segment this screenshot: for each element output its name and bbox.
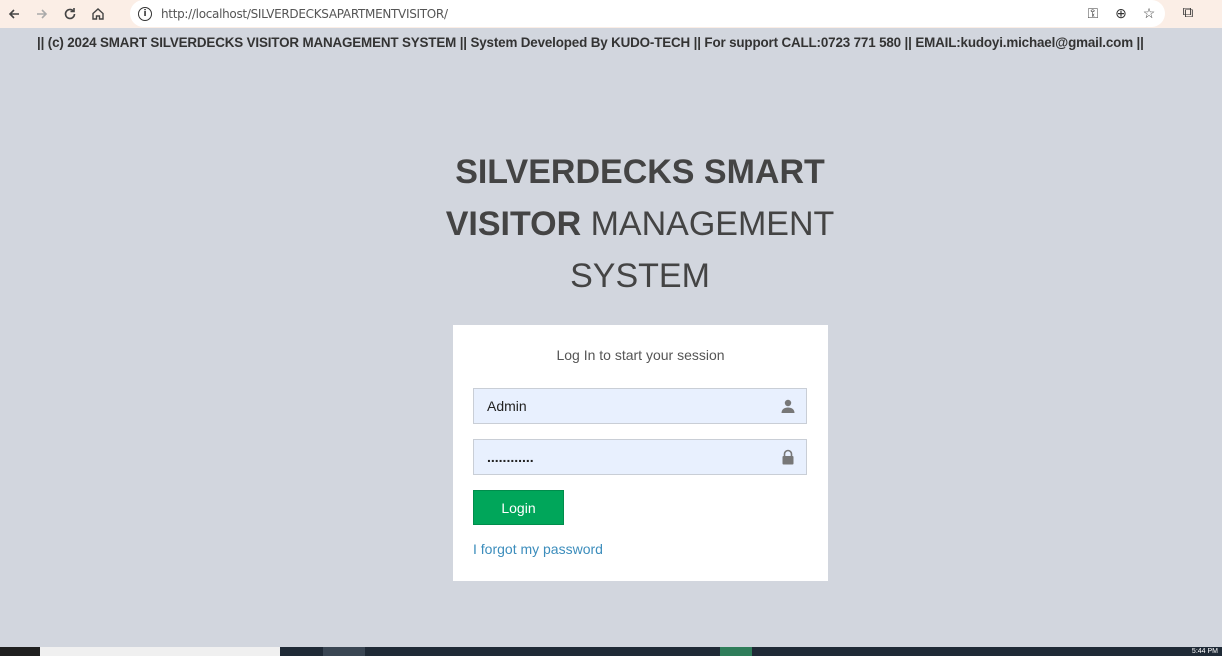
password-input[interactable] <box>474 440 764 474</box>
site-info-icon[interactable]: i <box>138 6 152 21</box>
username-field-group <box>473 388 807 424</box>
system-info-banner: || (c) 2024 SMART SILVERDECKS VISITOR MA… <box>37 35 1144 50</box>
password-field-group <box>473 439 807 475</box>
system-logo: SILVERDECKS SMART VISITOR MANAGEMENT SYS… <box>440 146 840 302</box>
reload-button[interactable] <box>56 0 84 28</box>
url-text[interactable]: http://localhost/SILVERDECKSAPARTMENTVIS… <box>161 7 448 21</box>
taskbar-clock: 5:44 PM <box>1191 648 1218 655</box>
arrow-left-icon <box>8 9 19 19</box>
zoom-icon[interactable]: ⊕ <box>1113 5 1129 22</box>
home-button[interactable] <box>84 0 112 28</box>
extensions-icon[interactable]: ⧉ <box>1178 4 1198 24</box>
taskbar-app-browser[interactable] <box>323 647 365 656</box>
home-icon <box>92 8 104 20</box>
browser-toolbar: i http://localhost/SILVERDECKSAPARTMENTV… <box>0 0 1222 28</box>
start-button[interactable] <box>0 647 40 656</box>
user-icon <box>781 399 795 413</box>
key-icon[interactable]: ⚿ <box>1085 5 1101 22</box>
reload-icon <box>64 8 76 20</box>
logo-line-2-light: MANAGEMENT <box>581 205 835 243</box>
back-button[interactable] <box>0 0 28 28</box>
address-bar[interactable]: i http://localhost/SILVERDECKSAPARTMENTV… <box>130 0 1165 27</box>
forgot-password-link[interactable]: I forgot my password <box>473 541 603 557</box>
os-taskbar: 5:44 PM <box>0 647 1222 656</box>
logo-line-1: SILVERDECKS SMART <box>455 153 825 191</box>
taskbar-search-box[interactable] <box>40 647 280 656</box>
username-input[interactable] <box>474 389 764 423</box>
bookmark-star-icon[interactable]: ☆ <box>1141 5 1157 22</box>
lock-icon <box>782 449 794 465</box>
login-button[interactable]: Login <box>473 490 564 525</box>
logo-line-2-bold: VISITOR <box>445 205 582 243</box>
login-box: Log In to start your session Login I for… <box>453 325 828 581</box>
arrow-right-icon <box>37 9 48 19</box>
forward-button[interactable] <box>28 0 56 28</box>
taskbar-app-active[interactable] <box>720 647 752 656</box>
login-box-message: Log In to start your session <box>556 347 725 363</box>
logo-line-3: SYSTEM <box>570 257 710 295</box>
